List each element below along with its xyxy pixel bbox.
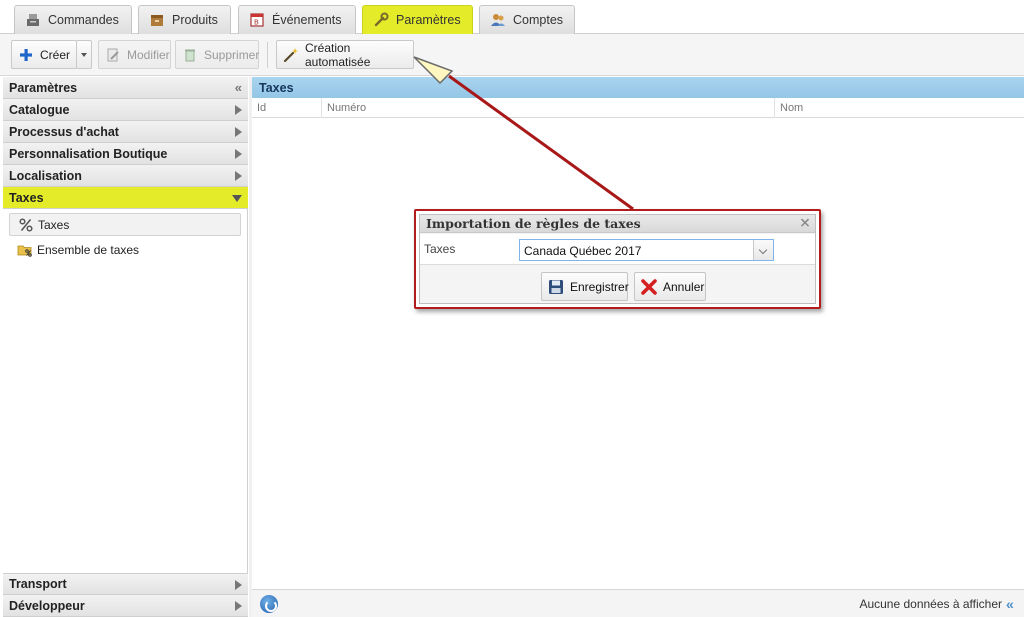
percent-icon (18, 217, 34, 233)
chevron-right-icon (235, 105, 242, 115)
tab-label: Commandes (48, 13, 119, 27)
create-button[interactable]: Créer (11, 40, 77, 69)
column-header-nom[interactable]: Nom (775, 98, 1024, 118)
sidebar-item-processus-achat[interactable]: Processus d'achat (3, 121, 248, 143)
sidebar-item-label: Personnalisation Boutique (9, 146, 168, 161)
column-header-id[interactable]: Id (252, 98, 322, 118)
settings-sidebar: Paramètres « Catalogue Processus d'achat… (3, 77, 248, 617)
auto-create-button[interactable]: Création automatisée (276, 40, 414, 69)
tab-produits[interactable]: Produits (138, 5, 231, 34)
cancel-button[interactable]: Annuler (634, 272, 706, 301)
import-tax-rules-dialog: Importation de règles de taxes × Taxes C… (419, 214, 816, 304)
tab-label: Comptes (513, 13, 564, 27)
close-icon (640, 278, 658, 296)
sidebar-item-label: Localisation (9, 168, 82, 183)
grid-title: Taxes (259, 80, 294, 95)
save-button-label: Enregistrer (570, 279, 629, 294)
sidebar-item-transport[interactable]: Transport (3, 573, 248, 595)
sidebar-title: Paramètres (9, 80, 78, 95)
tree-item-label: Ensemble de taxes (37, 242, 140, 257)
close-icon[interactable]: × (798, 216, 812, 230)
sidebar-item-label: Transport (9, 577, 67, 591)
application-window: Commandes Produits B Événements Paramètr… (0, 0, 1024, 617)
plus-icon (18, 47, 34, 63)
sidebar-item-label: Développeur (9, 598, 85, 613)
column-header-label: Numéro (327, 102, 367, 114)
sidebar-item-label: Taxes (9, 190, 44, 205)
dialog-form-row: Taxes Canada Québec 2017 (420, 234, 815, 265)
calendar-icon: B (249, 12, 265, 28)
toolbar: Créer Modifier Supprimer Création automa… (0, 34, 1024, 76)
users-icon (490, 12, 506, 28)
chevron-right-icon (235, 580, 242, 590)
register-icon (25, 12, 41, 28)
save-button[interactable]: Enregistrer (541, 272, 629, 301)
edit-icon (105, 47, 121, 63)
sidebar-item-label: Catalogue (9, 102, 70, 117)
column-header-label: Nom (780, 102, 804, 114)
dialog-highlight-frame: Importation de règles de taxes × Taxes C… (414, 209, 821, 309)
sidebar-header: Paramètres « (3, 77, 248, 99)
refresh-icon[interactable] (260, 595, 278, 613)
first-page-icon[interactable]: « (1006, 596, 1022, 612)
tab-label: Paramètres (396, 13, 461, 27)
column-header-label: Id (257, 102, 267, 114)
tree-item-ensemble-taxes[interactable]: Ensemble de taxes (9, 238, 241, 261)
folder-percent-icon (17, 242, 33, 258)
delete-button-label: Supprimer (204, 47, 260, 62)
tab-comptes[interactable]: Comptes (479, 5, 575, 34)
magic-wand-icon (283, 47, 299, 63)
grid-column-headers: Id Numéro Nom (252, 98, 1024, 118)
cancel-button-label: Annuler (663, 279, 705, 294)
tab-commandes[interactable]: Commandes (14, 5, 132, 34)
auto-create-button-label: Création automatisée (305, 40, 371, 69)
create-button-label: Créer (40, 47, 71, 62)
chevron-right-icon (235, 149, 242, 159)
wrench-icon (373, 12, 389, 28)
chevron-right-icon (235, 601, 242, 611)
sidebar-item-personnalisation[interactable]: Personnalisation Boutique (3, 143, 248, 165)
main-tab-bar: Commandes Produits B Événements Paramètr… (0, 0, 1024, 34)
grid-status-text: Aucune données à afficher (859, 597, 1002, 611)
tab-label: Produits (172, 13, 218, 27)
chevron-down-icon (81, 52, 87, 57)
chevron-down-icon[interactable] (753, 240, 773, 260)
tree-item-taxes[interactable]: Taxes (9, 213, 241, 236)
taxes-grid-panel: Taxes Id Numéro Nom Aucune données à aff… (252, 77, 1024, 617)
sidebar-item-catalogue[interactable]: Catalogue (3, 99, 248, 121)
modify-button[interactable]: Modifier (98, 40, 171, 69)
floppy-disk-icon (547, 278, 565, 296)
tab-label: Événements (272, 13, 342, 27)
dialog-title-bar: Importation de règles de taxes × (420, 215, 815, 233)
modify-button-label: Modifier (127, 47, 170, 62)
chevron-right-icon (235, 127, 242, 137)
svg-text:B: B (254, 19, 259, 27)
sidebar-item-taxes[interactable]: Taxes (3, 187, 248, 209)
tree-item-label: Taxes (38, 217, 70, 232)
chevron-down-icon (232, 195, 242, 202)
tab-parametres[interactable]: Paramètres (362, 5, 473, 34)
create-dropdown-button[interactable] (76, 40, 92, 69)
dialog-title: Importation de règles de taxes (426, 216, 641, 231)
box-icon (149, 12, 165, 28)
sidebar-item-localisation[interactable]: Localisation (3, 165, 248, 187)
collapse-icon[interactable]: « (235, 80, 242, 95)
trash-icon (182, 47, 198, 63)
taxes-select-value: Canada Québec 2017 (524, 244, 642, 258)
grid-title-bar: Taxes (252, 77, 1024, 98)
taxes-field-label: Taxes (424, 242, 456, 256)
toolbar-separator (267, 42, 268, 68)
tab-evenements[interactable]: B Événements (238, 5, 356, 34)
chevron-right-icon (235, 171, 242, 181)
sidebar-item-label: Processus d'achat (9, 124, 119, 139)
grid-paging-toolbar: Aucune données à afficher « (252, 589, 1024, 617)
column-header-numero[interactable]: Numéro (322, 98, 775, 118)
taxes-select[interactable]: Canada Québec 2017 (519, 239, 774, 261)
delete-button[interactable]: Supprimer (175, 40, 259, 69)
sidebar-item-developpeur[interactable]: Développeur (3, 595, 248, 617)
